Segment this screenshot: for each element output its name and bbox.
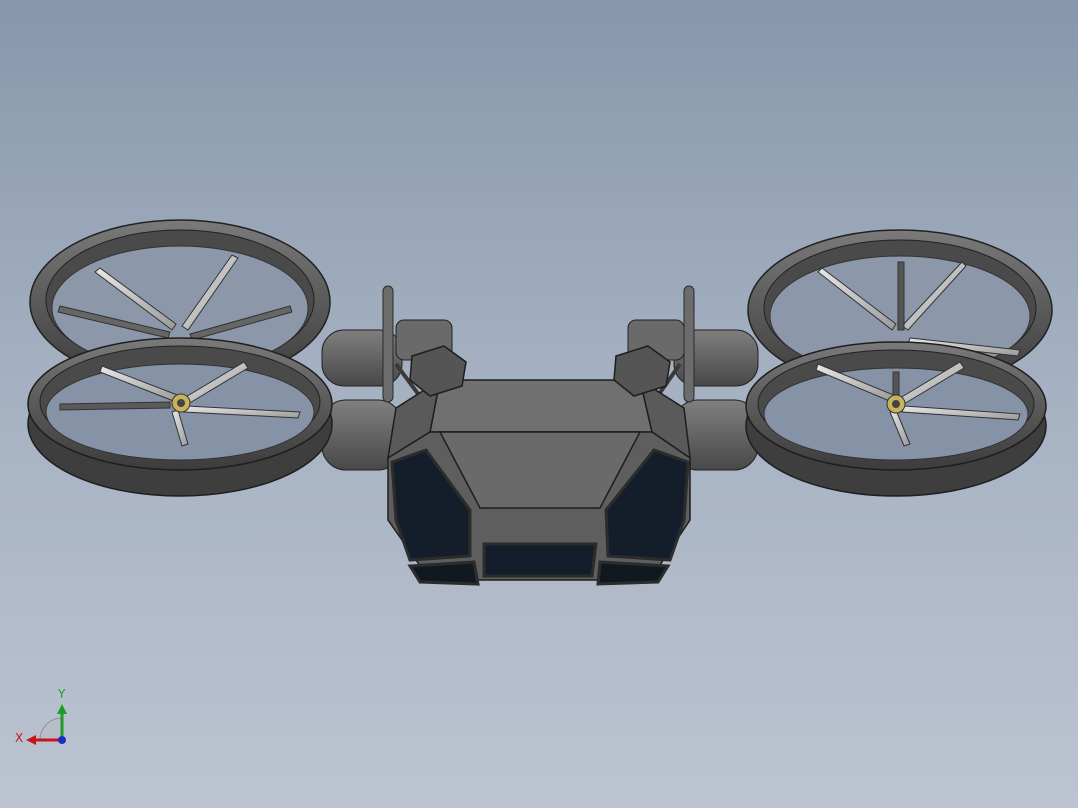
view-orientation-triad[interactable]: X Y bbox=[12, 684, 76, 748]
y-axis-label: Y bbox=[58, 687, 66, 701]
graphics-viewport[interactable]: X Y bbox=[0, 0, 1078, 808]
x-axis-label: X bbox=[15, 731, 24, 745]
rotor-front-right bbox=[745, 341, 1047, 497]
rotor-front-left bbox=[27, 337, 333, 497]
drone-model[interactable] bbox=[0, 0, 1078, 808]
